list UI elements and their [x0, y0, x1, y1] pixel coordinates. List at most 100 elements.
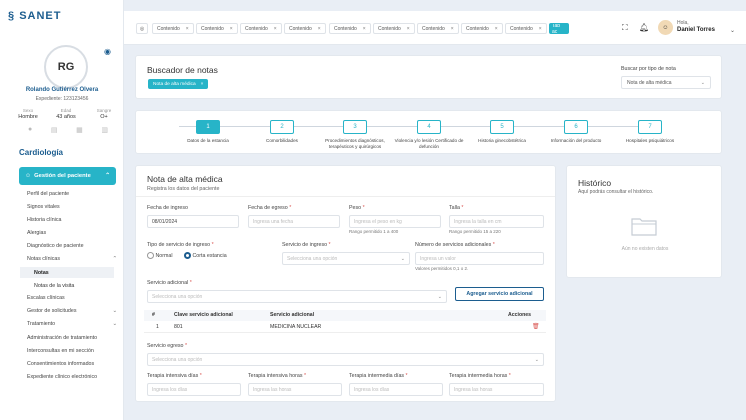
col-header: Acciones: [508, 312, 532, 318]
sidebar-item[interactable]: Alergias: [27, 230, 117, 236]
chevron-down-icon: ⌄: [112, 321, 117, 327]
sidebar-subitem-notas[interactable]: Notas: [20, 267, 114, 278]
servicio-adicional-select[interactable]: Selecciona una opción ⌄: [147, 290, 447, 303]
tabs-menu-icon[interactable]: ◎: [136, 23, 148, 34]
document-icon[interactable]: ▤: [51, 126, 58, 134]
servicio-adicional-label: Servicio adicional *: [147, 280, 192, 286]
sidebar-item[interactable]: Signos vitales: [27, 204, 117, 210]
step-7[interactable]: 7: [638, 120, 662, 134]
peso-input[interactable]: Ingresa el peso en kg: [349, 215, 441, 228]
close-icon[interactable]: ×: [318, 26, 321, 32]
step-5[interactable]: 5: [490, 120, 514, 134]
fecha-ingreso-input[interactable]: 08/01/2024: [147, 215, 239, 228]
step-label: Historia ginecobstétrica: [478, 138, 526, 143]
note-type-select[interactable]: Nota de alta médica ⌄: [621, 76, 711, 89]
radio-button-checked[interactable]: [184, 252, 191, 259]
terapia-intermedia-dias-input[interactable]: Ingresa los días: [349, 383, 443, 396]
tab[interactable]: Contenido ×: [240, 23, 282, 34]
step-3[interactable]: 3: [343, 120, 367, 134]
step-label: Hospitales psiquiátricos: [625, 138, 675, 143]
tab[interactable]: Contenido ×: [373, 23, 415, 34]
servicio-ingreso-select[interactable]: Selecciona una opción ⌄: [282, 252, 410, 265]
close-icon[interactable]: ×: [539, 26, 542, 32]
step-label: Comorbilidades: [266, 138, 298, 143]
history-subtitle: Aquí podrás consultar el histórico.: [578, 189, 654, 195]
close-icon[interactable]: ×: [274, 26, 277, 32]
step-6[interactable]: 6: [564, 120, 588, 134]
close-icon[interactable]: ×: [186, 26, 189, 32]
menu-gestion-paciente[interactable]: ☺ Gestión del paciente ⌃: [19, 167, 116, 185]
close-icon[interactable]: ×: [230, 26, 233, 32]
sidebar-item[interactable]: Expediente clínico electrónico: [27, 374, 117, 380]
close-icon[interactable]: ×: [363, 26, 366, 32]
patient-record: Expediente: 123123456: [35, 96, 89, 102]
close-icon[interactable]: ×: [495, 26, 498, 32]
tab[interactable]: Contenido ×: [417, 23, 459, 34]
sidebar-item[interactable]: Tratamiento ⌄: [27, 321, 117, 327]
close-icon[interactable]: ×: [451, 26, 454, 32]
talla-hint: Rango permitido 15 a 220: [449, 229, 501, 234]
greeting: Hola,: [677, 20, 689, 26]
sidebar-item[interactable]: Escalas clínicas: [27, 295, 117, 301]
chevron-down-icon: ⌄: [534, 356, 539, 363]
terapia-intensiva-dias-input[interactable]: Ingresa los días: [147, 383, 241, 396]
sidebar-subitem[interactable]: Notas de la visita: [20, 280, 114, 291]
radio-normal[interactable]: Normal: [147, 252, 173, 259]
sidebar-item[interactable]: Perfil del paciente: [27, 191, 117, 197]
chevron-down-icon[interactable]: ⌄: [730, 27, 735, 34]
close-icon[interactable]: ×: [201, 82, 204, 87]
stat-sexo: Sexo Hombre: [18, 108, 38, 120]
tab[interactable]: Contenido ×: [329, 23, 371, 34]
step-4[interactable]: 4: [417, 120, 441, 134]
talla-label: Talla *: [449, 205, 464, 211]
table-header: # Clave servicio adicional Servicio adic…: [144, 310, 546, 321]
terapia-intermedia-horas-input[interactable]: Ingresa las horas: [449, 383, 544, 396]
sidebar-item[interactable]: Gestor de solicitudes ⌄: [27, 308, 117, 314]
calendar-icon[interactable]: ▦: [76, 126, 83, 134]
trash-icon[interactable]: 🗑︎: [532, 323, 540, 330]
brand-logo: § SANET: [8, 10, 62, 22]
sidebar-item-notas-clinicas[interactable]: Notas clínicas ⌃: [27, 256, 117, 262]
clipboard-icon[interactable]: ▥: [101, 126, 108, 134]
terapia-intermedia-dias-label: Terapia intermedia días *: [349, 373, 408, 379]
step-1[interactable]: 1: [196, 120, 220, 134]
add-service-button[interactable]: Agregar servicio adicional: [455, 287, 544, 301]
terapia-intensiva-horas-input[interactable]: Ingresa las horas: [248, 383, 342, 396]
col-header: Clave servicio adicional: [174, 312, 233, 318]
close-icon[interactable]: ×: [407, 26, 410, 32]
sidebar-item[interactable]: Administración de tratamiento: [27, 335, 117, 341]
logo-icon: §: [8, 10, 20, 22]
radio-button[interactable]: [147, 252, 154, 259]
filter-chip[interactable]: Nota de alta médica ×: [148, 79, 209, 89]
tab[interactable]: Contenido ×: [196, 23, 238, 34]
tab[interactable]: Contenido ×: [284, 23, 326, 34]
sidebar-item[interactable]: Consentimientos informados: [27, 361, 117, 367]
step-2[interactable]: 2: [270, 120, 294, 134]
tab[interactable]: Contenido ×: [152, 23, 194, 34]
eye-icon[interactable]: ◉: [104, 47, 111, 56]
radio-corta-estancia[interactable]: Corta estancia: [184, 252, 227, 259]
fecha-egreso-input[interactable]: Ingresa una fecha: [248, 215, 340, 228]
user-avatar[interactable]: ☺: [658, 20, 673, 35]
chevron-up-icon: ⌃: [105, 173, 110, 179]
tab-active[interactable]: Tab ac: [549, 23, 569, 34]
num-servicios-input[interactable]: Ingresa un valor: [415, 252, 544, 265]
col-header: #: [152, 312, 155, 318]
tab[interactable]: Contenido ×: [505, 23, 547, 34]
sidebar-item[interactable]: Historia clínica: [27, 217, 117, 223]
chevron-down-icon: ⌄: [700, 79, 705, 86]
talla-input[interactable]: Ingresa la talla en cm: [449, 215, 544, 228]
fullscreen-icon[interactable]: ⛶: [622, 23, 628, 33]
form-subtitle: Registra los datos del paciente: [147, 186, 220, 192]
bell-icon[interactable]: 🔔︎: [639, 23, 649, 32]
drop-icon[interactable]: ●: [28, 126, 32, 134]
sidebar-item[interactable]: Diagnóstico de paciente: [27, 243, 117, 249]
step-label: Procedimientos diagnósticos, terapéutico…: [325, 138, 385, 149]
servicio-egreso-select[interactable]: Selecciona una opción ⌄: [147, 353, 544, 366]
sidebar-item[interactable]: Interconsultas en mi sección: [27, 348, 117, 354]
fecha-egreso-label: Fecha de egreso *: [248, 205, 292, 211]
history-empty: Aún no existen datos: [621, 246, 669, 252]
num-servicios-label: Número de servicios adicionales *: [415, 242, 495, 248]
patient-name: Rolando Gutiérrez Olvera: [25, 87, 99, 93]
tab[interactable]: Contenido ×: [461, 23, 503, 34]
